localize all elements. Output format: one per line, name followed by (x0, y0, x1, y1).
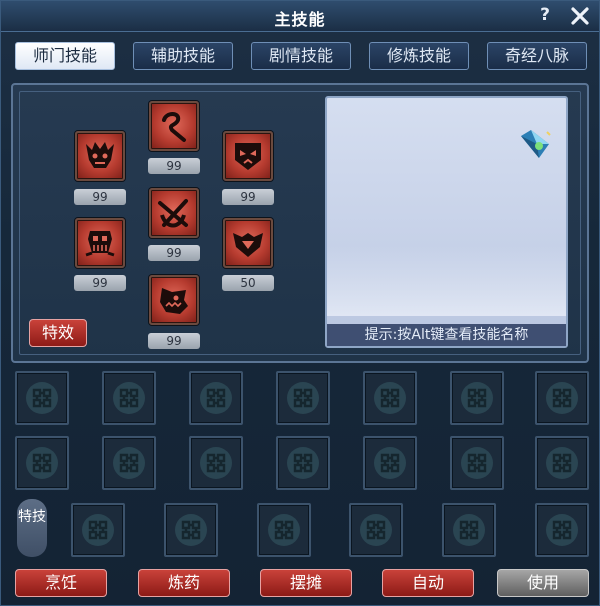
use-button[interactable]: 使用 (497, 569, 589, 597)
skill-level-6: 50 (222, 275, 274, 291)
special-skill-slot[interactable] (442, 503, 496, 557)
knot-pattern-icon (113, 382, 145, 414)
skull-cage-icon (85, 231, 115, 257)
shortcut-slot[interactable] (15, 371, 69, 425)
close-icon (571, 7, 589, 25)
crossed-blades-icon (158, 199, 188, 228)
skill-level-4: 99 (74, 275, 126, 291)
knot-pattern-icon (546, 447, 578, 479)
knot-pattern-icon (374, 447, 406, 479)
title-bar[interactable]: 主技能 ? (1, 1, 599, 32)
knot-pattern-icon (26, 382, 58, 414)
shortcut-slot[interactable] (102, 371, 156, 425)
tab-meridians[interactable]: 奇经八脉 (487, 42, 587, 70)
shortcut-slot[interactable] (189, 436, 243, 490)
knot-pattern-icon (453, 514, 485, 546)
knot-pattern-icon (268, 514, 300, 546)
shortcut-slot[interactable] (363, 371, 417, 425)
skill-slot-6[interactable] (223, 218, 273, 268)
hint-text: 提示:按Alt键查看技能名称 (327, 324, 566, 346)
tab-cultivation-skills[interactable]: 修炼技能 (369, 42, 469, 70)
shortcut-slot[interactable] (189, 371, 243, 425)
knot-pattern-icon (200, 447, 232, 479)
skill-slot-2[interactable] (149, 101, 199, 151)
gem-icon[interactable] (517, 126, 553, 162)
knot-pattern-icon (287, 447, 319, 479)
close-button[interactable] (568, 4, 592, 28)
tab-story-skills[interactable]: 剧情技能 (251, 42, 351, 70)
special-skill-slot[interactable] (71, 503, 125, 557)
knot-pattern-icon (546, 514, 578, 546)
skill-level-2: 99 (148, 158, 200, 174)
shortcut-slot[interactable] (363, 436, 417, 490)
skill-level-3: 99 (222, 189, 274, 205)
skill-level-5: 99 (148, 245, 200, 261)
skill-level-7: 99 (148, 333, 200, 349)
tab-assist-skills[interactable]: 辅助技能 (133, 42, 233, 70)
shortcut-slot[interactable] (450, 436, 504, 490)
skill-slot-1[interactable] (75, 131, 125, 181)
knot-pattern-icon (287, 382, 319, 414)
shortcut-slot[interactable] (15, 436, 69, 490)
window-title: 主技能 (274, 10, 326, 29)
special-skill-slot[interactable] (257, 503, 311, 557)
skill-window: 主技能 ? 师门技能 辅助技能 剧情技能 修炼技能 奇经八脉 99 99 99 … (0, 0, 600, 606)
skill-slot-7[interactable] (149, 275, 199, 325)
shortcut-slot[interactable] (102, 436, 156, 490)
special-skill-slot[interactable] (349, 503, 403, 557)
special-skills-label: 特技 (17, 499, 47, 557)
skill-slot-3[interactable] (223, 131, 273, 181)
alchemy-button[interactable]: 炼药 (138, 569, 230, 597)
mask-icon (235, 143, 261, 170)
special-skill-slot[interactable] (164, 503, 218, 557)
auto-button[interactable]: 自动 (382, 569, 474, 597)
knot-pattern-icon (374, 382, 406, 414)
knot-pattern-icon (360, 514, 392, 546)
shortcut-slot[interactable] (450, 371, 504, 425)
bat-wing-icon (233, 233, 263, 257)
shortcut-slot[interactable] (276, 436, 330, 490)
knot-pattern-icon (26, 447, 58, 479)
skill-level-1: 99 (74, 189, 126, 205)
knot-pattern-icon (461, 382, 493, 414)
beast-head-icon (160, 288, 188, 314)
stall-button[interactable]: 摆摊 (260, 569, 352, 597)
whip-icon (162, 112, 186, 142)
knot-pattern-icon (82, 514, 114, 546)
knot-pattern-icon (175, 514, 207, 546)
skill-info-panel: 提示:按Alt键查看技能名称 (325, 96, 568, 348)
knot-pattern-icon (200, 382, 232, 414)
shortcut-slot[interactable] (535, 371, 589, 425)
help-button[interactable]: ? (534, 4, 556, 26)
shortcut-slot[interactable] (276, 371, 330, 425)
skill-slot-4[interactable] (75, 218, 125, 268)
knot-pattern-icon (461, 447, 493, 479)
effect-button[interactable]: 特效 (29, 319, 87, 347)
tab-school-skills[interactable]: 师门技能 (15, 42, 115, 70)
demon-face-icon (86, 142, 114, 168)
skill-slot-5[interactable] (149, 188, 199, 238)
shortcut-slot[interactable] (535, 436, 589, 490)
special-skill-slot[interactable] (535, 503, 589, 557)
knot-pattern-icon (546, 382, 578, 414)
knot-pattern-icon (113, 447, 145, 479)
cook-button[interactable]: 烹饪 (15, 569, 107, 597)
